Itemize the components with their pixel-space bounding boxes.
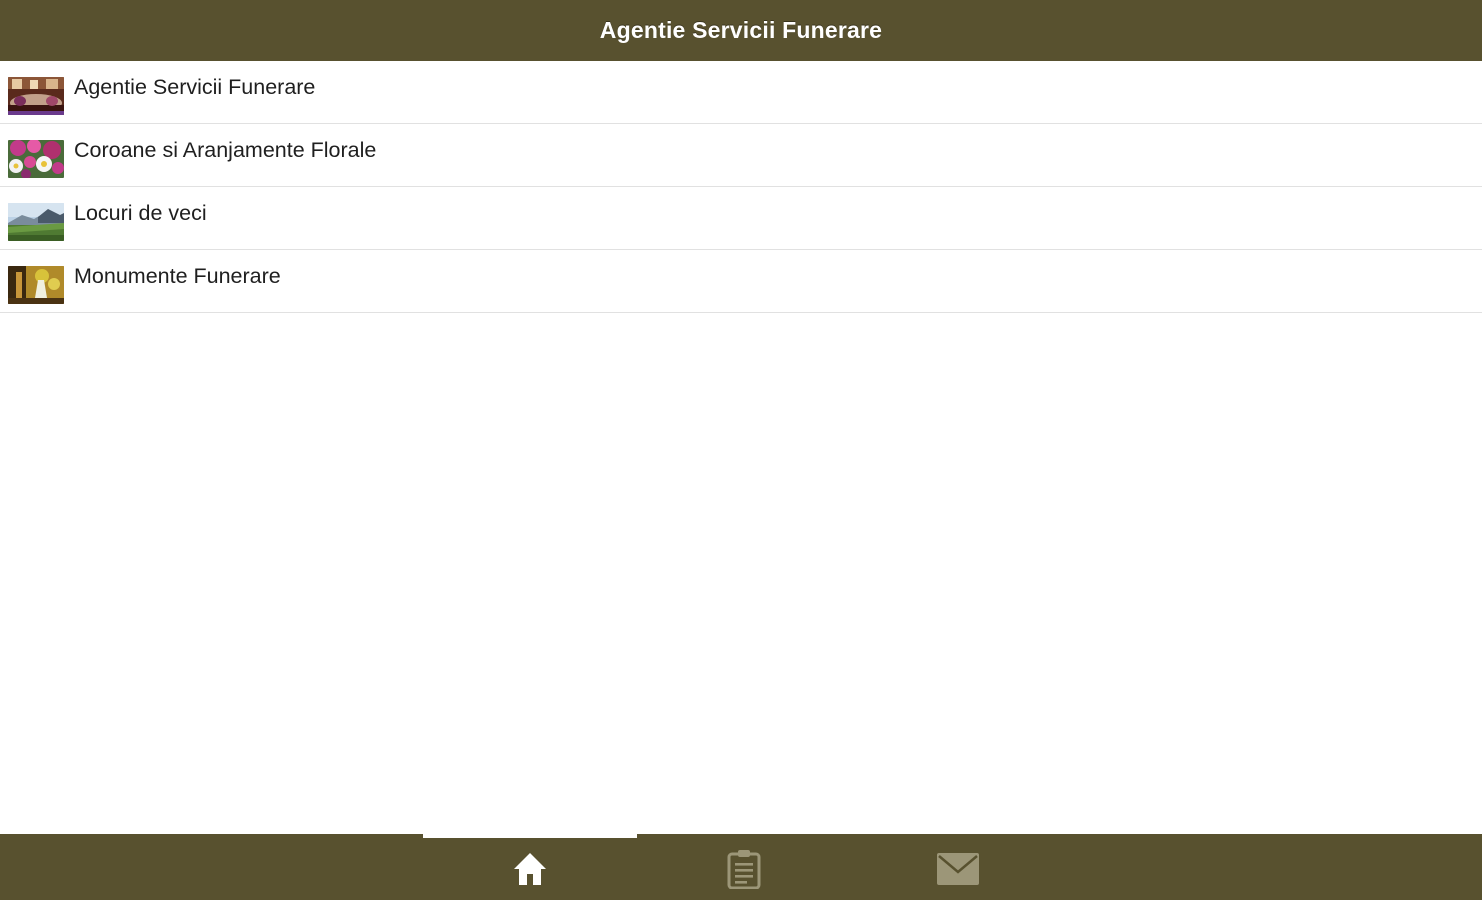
tab-mail[interactable]: [851, 838, 1065, 900]
clipboard-icon: [726, 849, 762, 889]
list-item-locuri-de-veci[interactable]: Locuri de veci: [0, 187, 1482, 250]
flower-arrangement-thumbnail: [8, 140, 64, 178]
list-item-label: Coroane si Aranjamente Florale: [74, 138, 377, 162]
tab-home[interactable]: [423, 838, 637, 900]
funeral-service-thumbnail: [8, 77, 64, 115]
list-item-label: Monumente Funerare: [74, 264, 281, 288]
mail-icon: [936, 852, 980, 886]
list-item-coroane-aranjamente-florale[interactable]: Coroane si Aranjamente Florale: [0, 124, 1482, 187]
menu-list: Agentie Servicii Funerare Coroane si Ara…: [0, 61, 1482, 313]
monument-thumbnail: [8, 266, 64, 304]
cemetery-landscape-thumbnail: [8, 203, 64, 241]
list-item-agentie-servicii-funerare[interactable]: Agentie Servicii Funerare: [0, 61, 1482, 124]
app-window: Agentie Servicii Funerare Agentie Servic…: [0, 0, 1482, 900]
header-bar: Agentie Servicii Funerare: [0, 0, 1482, 61]
home-icon: [512, 851, 548, 887]
tab-list[interactable]: [637, 838, 851, 900]
bottom-tab-bar: [0, 834, 1482, 900]
list-item-label: Locuri de veci: [74, 201, 207, 225]
list-item-label: Agentie Servicii Funerare: [74, 75, 316, 99]
list-item-monumente-funerare[interactable]: Monumente Funerare: [0, 250, 1482, 313]
page-title: Agentie Servicii Funerare: [599, 17, 883, 43]
